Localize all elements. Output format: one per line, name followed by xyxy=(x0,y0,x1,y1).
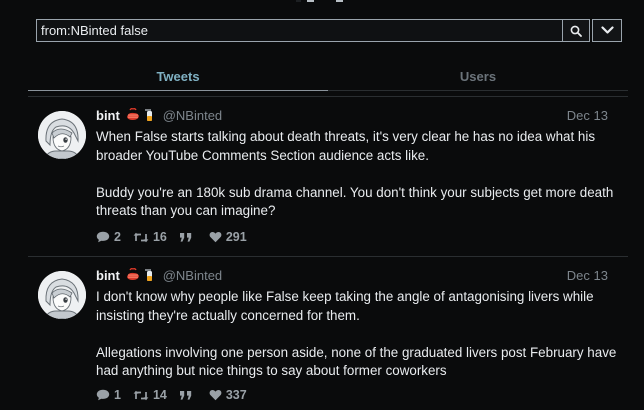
fire-extinguisher-icon xyxy=(145,269,153,281)
retweet-icon xyxy=(133,232,149,242)
name-emojis xyxy=(126,268,155,285)
fire-extinguisher-icon xyxy=(145,109,153,121)
avatar-illustration-icon xyxy=(38,271,86,319)
reply-count: 2 xyxy=(114,230,121,244)
tweet-date[interactable]: Dec 13 xyxy=(567,108,608,123)
tweet-header: bint @NBinted Dec 13 xyxy=(96,268,618,286)
display-name[interactable]: bint xyxy=(96,108,120,123)
display-name[interactable]: bint xyxy=(96,268,120,283)
tweet-date[interactable]: Dec 13 xyxy=(567,268,608,283)
tweet-card[interactable]: bint @NBinted Dec 13 When False starts t… xyxy=(28,96,628,255)
quote-icon xyxy=(179,232,192,242)
reply-icon xyxy=(96,231,110,243)
retweet-button[interactable]: 14 xyxy=(133,388,167,402)
tweet-text: When False starts talking about death th… xyxy=(96,129,614,218)
search-bar xyxy=(36,19,622,42)
chevron-down-icon xyxy=(600,26,614,34)
tweet-actions: 1 14 337 xyxy=(96,387,259,403)
like-button[interactable]: 291 xyxy=(209,230,247,244)
reply-button[interactable]: 2 xyxy=(96,230,121,244)
quote-button[interactable] xyxy=(179,390,197,401)
heart-icon xyxy=(209,389,222,401)
search-options-button[interactable] xyxy=(592,19,622,42)
tweet-header: bint @NBinted Dec 13 xyxy=(96,108,618,126)
tab-users[interactable]: Users xyxy=(328,62,628,91)
quote-icon xyxy=(179,390,192,400)
avatar[interactable] xyxy=(38,271,86,319)
like-button[interactable]: 337 xyxy=(209,388,247,402)
search-button[interactable] xyxy=(562,19,590,42)
retweet-count: 16 xyxy=(152,230,167,244)
reply-button[interactable]: 1 xyxy=(96,388,121,402)
user-handle[interactable]: @NBinted xyxy=(163,268,222,283)
cropped-top-glyph xyxy=(296,0,343,2)
reply-icon xyxy=(96,389,110,401)
tweet-actions: 2 16 291 xyxy=(96,229,259,245)
tweet-text: I don't know why people like False keep … xyxy=(96,289,617,378)
like-count: 291 xyxy=(225,230,247,244)
quote-button[interactable] xyxy=(179,232,197,243)
search-input[interactable] xyxy=(36,19,568,42)
name-emojis xyxy=(126,108,155,125)
avatar[interactable] xyxy=(38,111,86,159)
like-count: 337 xyxy=(225,388,247,402)
spouting-whale-icon xyxy=(127,108,140,120)
search-icon xyxy=(570,25,582,37)
heart-icon xyxy=(209,231,222,243)
results-tabs: Tweets Users xyxy=(28,62,628,92)
tab-tweets[interactable]: Tweets xyxy=(28,62,328,91)
user-handle[interactable]: @NBinted xyxy=(163,108,222,123)
retweet-button[interactable]: 16 xyxy=(133,230,167,244)
spouting-whale-icon xyxy=(127,268,140,280)
retweet-icon xyxy=(133,390,149,400)
reply-count: 1 xyxy=(114,388,121,402)
avatar-illustration-icon xyxy=(38,111,86,159)
tweet-card[interactable]: bint @NBinted Dec 13 I don't know why pe… xyxy=(28,256,628,410)
retweet-count: 14 xyxy=(152,388,167,402)
